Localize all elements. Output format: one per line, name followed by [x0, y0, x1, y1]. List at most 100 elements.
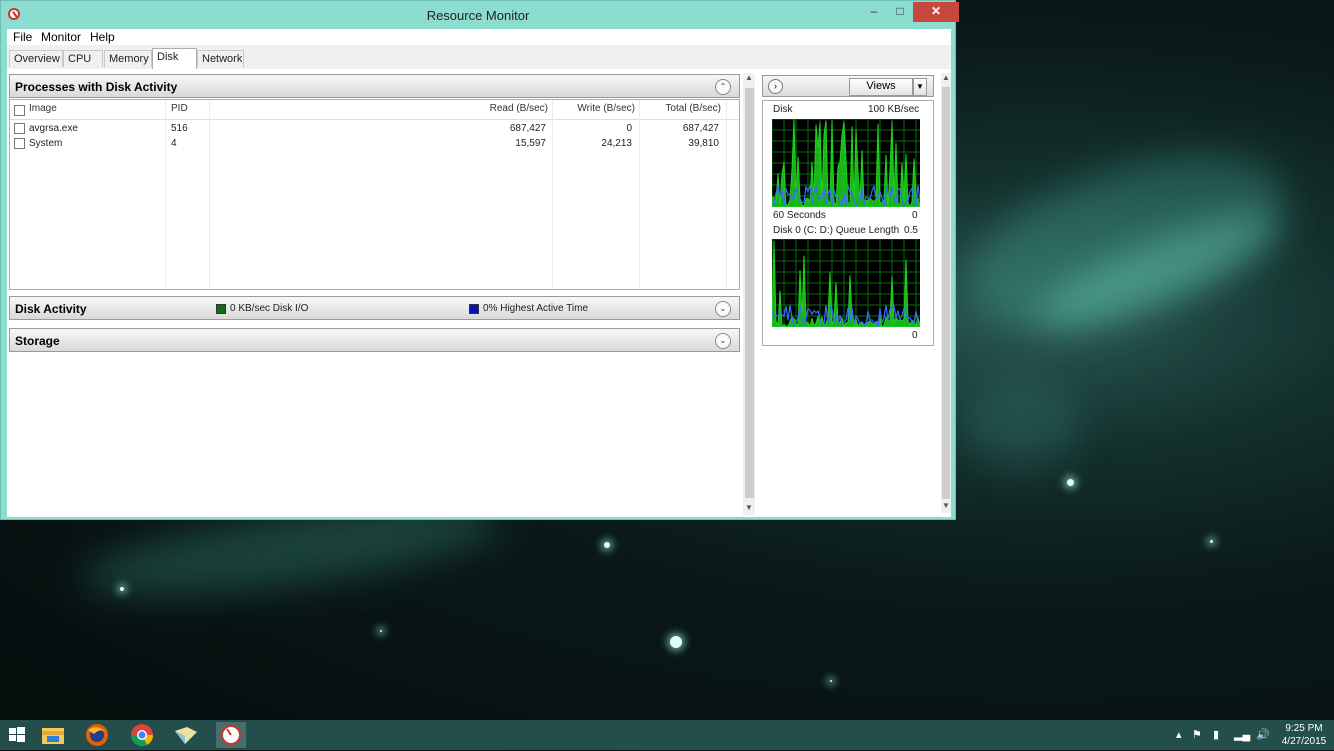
- graphs-toolbar: › Views ▼: [762, 75, 934, 97]
- menu-bar: File Monitor Help: [7, 29, 951, 45]
- graph-disk-title: Disk: [773, 104, 793, 115]
- file-explorer-icon[interactable]: [38, 722, 68, 748]
- disk-activity-section-header[interactable]: Disk Activity 0 KB/sec Disk I/O 0% Highe…: [9, 296, 740, 320]
- star: [604, 542, 610, 548]
- cell-read: 687,427: [509, 123, 546, 134]
- disk-io-legend-swatch: [216, 304, 226, 314]
- clock-time[interactable]: 9:25 PM: [1274, 723, 1334, 734]
- menu-help[interactable]: Help: [90, 30, 115, 44]
- cell-read: 15,597: [515, 138, 546, 149]
- tab-memory[interactable]: Memory: [104, 50, 152, 67]
- select-all-checkbox[interactable]: [14, 105, 25, 116]
- left-scrollbar[interactable]: ▲ ▼: [743, 73, 755, 515]
- maximize-button[interactable]: □: [887, 2, 913, 22]
- folder-app-icon[interactable]: [171, 722, 201, 748]
- cell-pid: 516: [171, 123, 188, 134]
- tab-disk[interactable]: Disk: [152, 48, 197, 69]
- star: [1067, 479, 1074, 486]
- window-title: Resource Monitor: [426, 8, 530, 23]
- graph-queue-scale: 0.5: [904, 225, 918, 236]
- column-header-total[interactable]: Total (B/sec): [651, 103, 721, 114]
- graphs-pane: › Views ▼ Disk 100 KB/sec 60 Seconds 0 D…: [761, 73, 951, 517]
- tab-overview[interactable]: Overview: [9, 50, 63, 67]
- cell-total: 687,427: [682, 123, 719, 134]
- scrollbar-thumb[interactable]: [942, 87, 950, 499]
- queue-length-graph: [772, 239, 920, 327]
- volume-icon[interactable]: 🔊: [1256, 728, 1270, 741]
- action-center-flag-icon[interactable]: ⚑: [1192, 728, 1202, 741]
- processes-section-title: Processes with Disk Activity: [15, 80, 178, 94]
- left-pane: Processes with Disk Activity ⌃ Image PID…: [7, 69, 757, 517]
- scroll-down-icon[interactable]: ▼: [744, 503, 754, 512]
- column-divider: [639, 100, 640, 289]
- row-checkbox[interactable]: [14, 123, 25, 134]
- star: [670, 636, 682, 648]
- collapse-up-icon[interactable]: ⌃: [715, 79, 731, 95]
- star: [380, 630, 382, 632]
- header-divider: [10, 119, 739, 120]
- processes-table: Image PID Read (B/sec) Write (B/sec) Tot…: [9, 99, 740, 290]
- column-divider: [726, 100, 727, 289]
- taskbar: ▴ ⚑ ▮ ▂▄ 🔊 9:25 PM 4/27/2015: [0, 720, 1334, 750]
- expand-down-icon[interactable]: ⌄: [715, 333, 731, 349]
- close-button[interactable]: ✕: [913, 2, 959, 22]
- storage-title: Storage: [15, 334, 60, 348]
- menu-monitor[interactable]: Monitor: [41, 30, 81, 44]
- resource-monitor-icon[interactable]: [216, 722, 246, 748]
- graphs-container: Disk 100 KB/sec 60 Seconds 0 Disk 0 (C: …: [762, 100, 934, 346]
- active-time-legend: 0% Highest Active Time: [483, 303, 589, 314]
- menu-file[interactable]: File: [13, 30, 32, 44]
- disk-io-legend: 0 KB/sec Disk I/O: [230, 303, 309, 314]
- graph-queue-min: 0: [912, 330, 918, 341]
- row-checkbox[interactable]: [14, 138, 25, 149]
- cell-total: 39,810: [688, 138, 719, 149]
- star: [120, 587, 124, 591]
- tab-cpu[interactable]: CPU: [63, 50, 103, 67]
- minimize-button[interactable]: –: [861, 2, 887, 22]
- network-signal-icon[interactable]: ▂▄: [1234, 728, 1250, 741]
- resource-monitor-window: Resource Monitor – □ ✕ File Monitor Help…: [0, 0, 959, 520]
- storage-section-header[interactable]: Storage ⌄: [9, 328, 740, 352]
- firefox-icon[interactable]: [82, 722, 112, 748]
- clock-date[interactable]: 4/27/2015: [1274, 736, 1334, 747]
- title-bar[interactable]: Resource Monitor – □ ✕: [1, 1, 959, 29]
- star: [1210, 540, 1213, 543]
- start-icon[interactable]: [2, 722, 32, 748]
- graph-disk-min: 0: [912, 210, 918, 221]
- cell-write: 24,213: [601, 138, 632, 149]
- scroll-down-icon[interactable]: ▼: [941, 501, 951, 510]
- views-button[interactable]: Views: [849, 78, 913, 96]
- column-divider: [552, 100, 553, 289]
- graph-disk-scale: 100 KB/sec: [868, 104, 920, 115]
- column-divider: [165, 100, 166, 289]
- nebula-cloud: [960, 380, 1080, 470]
- column-divider: [209, 100, 210, 289]
- scroll-up-icon[interactable]: ▲: [744, 73, 754, 82]
- right-scrollbar[interactable]: ▲ ▼: [941, 73, 951, 513]
- show-hidden-icons-icon[interactable]: ▴: [1176, 728, 1182, 741]
- expand-down-icon[interactable]: ⌄: [715, 301, 731, 317]
- graph-disk-footer: 60 Seconds: [773, 210, 826, 221]
- client-area: Processes with Disk Activity ⌃ Image PID…: [7, 69, 951, 517]
- battery-icon[interactable]: ▮: [1213, 728, 1219, 741]
- chrome-icon[interactable]: [127, 722, 157, 748]
- views-dropdown-icon[interactable]: ▼: [913, 78, 927, 96]
- cell-pid: 4: [171, 138, 177, 149]
- processes-section-header[interactable]: Processes with Disk Activity ⌃: [9, 74, 740, 98]
- disk-graph: [772, 119, 920, 207]
- scroll-up-icon[interactable]: ▲: [941, 73, 951, 82]
- collapse-pane-icon[interactable]: ›: [768, 79, 783, 94]
- graph-queue-title: Disk 0 (C: D:) Queue Length: [773, 225, 900, 236]
- disk-activity-title: Disk Activity: [15, 302, 87, 316]
- column-header-image[interactable]: Image: [29, 103, 57, 114]
- scrollbar-thumb[interactable]: [745, 88, 754, 498]
- star: [830, 680, 832, 682]
- cell-image: System: [29, 138, 63, 149]
- column-header-pid[interactable]: PID: [171, 103, 188, 114]
- column-header-read[interactable]: Read (B/sec): [478, 103, 548, 114]
- column-header-write[interactable]: Write (B/sec): [565, 103, 635, 114]
- active-time-legend-swatch: [469, 304, 479, 314]
- tab-network[interactable]: Network: [197, 50, 244, 67]
- tab-bar: Overview CPU Memory Disk Network: [7, 45, 951, 69]
- cell-image: avgrsa.exe: [29, 123, 78, 134]
